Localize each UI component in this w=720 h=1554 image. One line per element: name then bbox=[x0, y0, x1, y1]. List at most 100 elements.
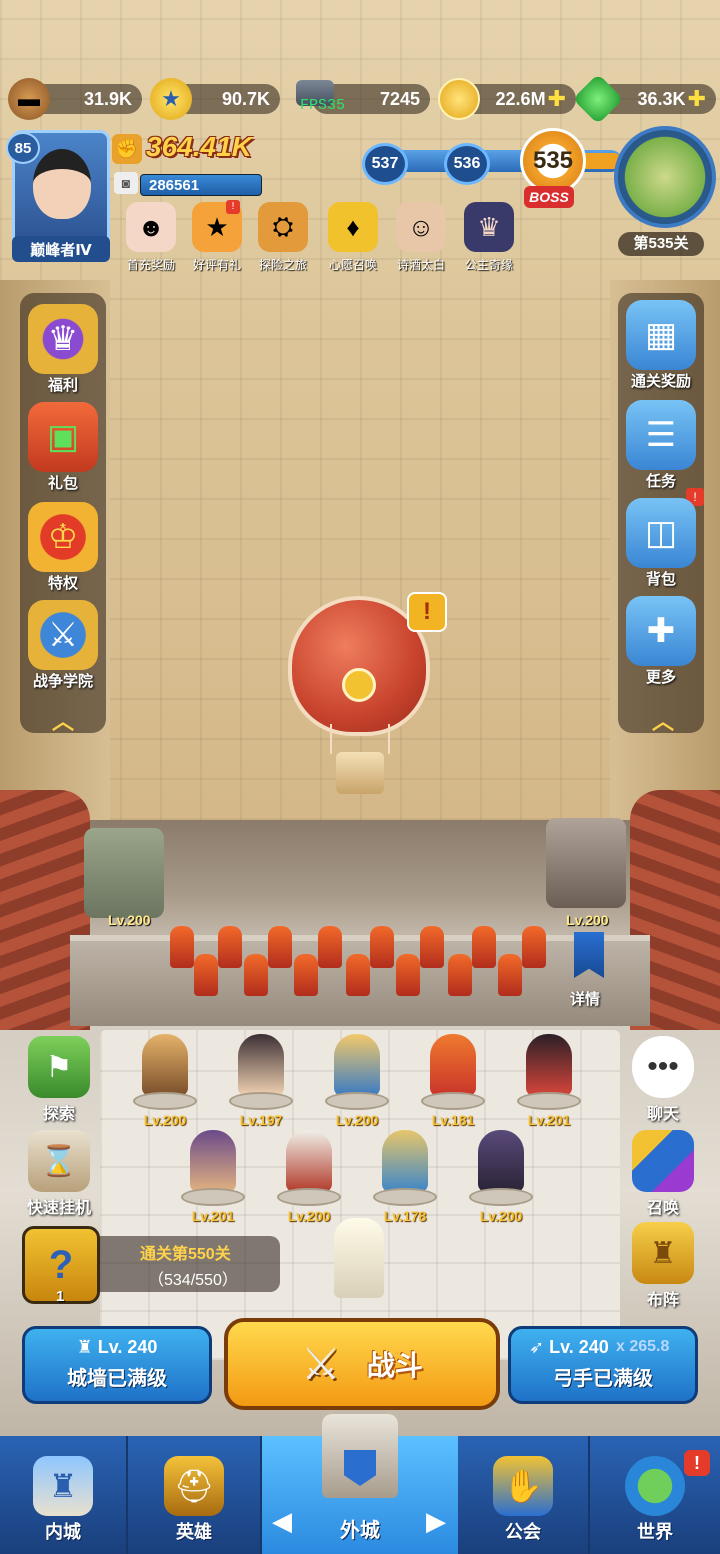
archer-soldier bbox=[396, 954, 420, 996]
event-adventure[interactable]: ⛭ 探险之旅 bbox=[250, 202, 316, 274]
menu-clear-reward[interactable]: ▦ 通关奖励 bbox=[618, 300, 704, 391]
archer-soldier bbox=[346, 954, 370, 996]
quest-title: 通关第550关 bbox=[140, 1246, 231, 1263]
hero-slot[interactable]: Lv.197 bbox=[226, 1034, 296, 1128]
hero-pedestal bbox=[469, 1188, 533, 1206]
summon-button[interactable]: 召唤 bbox=[618, 1130, 708, 1218]
nav-next-arrow-icon[interactable]: ▶ bbox=[426, 1506, 446, 1537]
stage-node[interactable]: 536 bbox=[444, 143, 490, 185]
hero-level: Lv.201 bbox=[527, 1112, 571, 1128]
archer-soldier bbox=[218, 926, 242, 968]
hero-pedestal bbox=[373, 1188, 437, 1206]
fps-counter: FPS35 bbox=[300, 97, 346, 114]
tower-level: Lv.200 bbox=[108, 912, 151, 928]
formation-tower-icon: ♜ bbox=[632, 1222, 694, 1284]
balloon-rope bbox=[388, 724, 390, 754]
task-list-icon: ☰ bbox=[626, 400, 696, 470]
archer-soldier bbox=[294, 954, 318, 996]
hero-figure bbox=[430, 1034, 476, 1096]
nav-prev-arrow-icon[interactable]: ◀ bbox=[272, 1506, 292, 1537]
menu-privilege[interactable]: ♔ 特权 bbox=[20, 502, 106, 593]
gem-value: 36.3K bbox=[637, 88, 686, 109]
hero-level: Lv.197 bbox=[239, 1112, 283, 1128]
fight-button[interactable]: ⚔ 战斗 bbox=[224, 1318, 500, 1410]
inner-city-icon: ♜ bbox=[33, 1456, 93, 1516]
menu-more[interactable]: ✚ 更多 bbox=[618, 596, 704, 687]
gold-add-icon[interactable]: ✚ bbox=[548, 86, 566, 112]
formation-button[interactable]: ♜ 布阵 bbox=[618, 1222, 708, 1310]
menu-backpack[interactable]: ◫ 背包 bbox=[618, 498, 704, 589]
hero-figure bbox=[286, 1130, 332, 1192]
hero-level: Lv.178 bbox=[383, 1208, 427, 1224]
event-poet-hero[interactable]: ☺ 诗酒太白 bbox=[388, 202, 454, 274]
hero-figure bbox=[142, 1034, 188, 1096]
camera-icon[interactable]: ◙ bbox=[114, 172, 138, 194]
hero-slot[interactable]: Lv.200 bbox=[322, 1034, 392, 1128]
notification-badge: ! bbox=[226, 200, 240, 214]
nav-inner-city[interactable]: ♜ 内城 bbox=[0, 1436, 128, 1554]
wall-level: Lv. 240 bbox=[97, 1337, 158, 1357]
hero-slot[interactable]: Lv.178 bbox=[370, 1130, 440, 1224]
archer-soldier bbox=[370, 926, 394, 968]
menu-label: 通关奖励 bbox=[630, 373, 691, 390]
nav-label: 英雄 bbox=[176, 1522, 212, 1542]
event-label: 心愿召唤 bbox=[328, 258, 377, 272]
gold-coin-icon bbox=[438, 78, 480, 120]
archer-bonus: x 265.8 bbox=[616, 1338, 670, 1355]
nav-guild[interactable]: ✋ 公会 bbox=[458, 1436, 590, 1554]
adventure-icon: ⛭ bbox=[258, 202, 308, 252]
archer-soldier bbox=[522, 926, 546, 968]
hero-slot[interactable]: Lv.181 bbox=[418, 1034, 488, 1128]
collapse-left-chevron-icon[interactable]: ︿ bbox=[48, 711, 78, 733]
archer-soldier bbox=[448, 954, 472, 996]
event-first-recharge[interactable]: ☻ 首充奖励 bbox=[118, 202, 184, 274]
player-id: 286561 bbox=[140, 174, 262, 196]
gem-add-icon[interactable]: ✚ bbox=[688, 86, 706, 112]
nav-heroes[interactable]: ⛑ 英雄 bbox=[128, 1436, 262, 1554]
hero-slot[interactable]: Lv.201 bbox=[514, 1034, 584, 1128]
event-label: 公主奇缘 bbox=[464, 258, 513, 272]
hero-slot[interactable]: Lv.200 bbox=[274, 1130, 344, 1224]
chat-button[interactable]: ••• 聊天 bbox=[618, 1036, 708, 1124]
event-label: 首充奖励 bbox=[126, 258, 175, 272]
action-label: 聊天 bbox=[646, 1106, 679, 1123]
hero-slot[interactable]: Lv.201 bbox=[178, 1130, 248, 1224]
nav-outer-city[interactable]: 外城 bbox=[322, 1514, 398, 1543]
boss-badge: BOSS bbox=[524, 186, 574, 208]
menu-gift-pack[interactable]: ▣ 礼包 bbox=[20, 402, 106, 493]
menu-welfare[interactable]: ♛ 福利 bbox=[20, 304, 106, 395]
star-value: 90.7K bbox=[221, 88, 270, 109]
event-princess[interactable]: ♛ 公主奇缘 bbox=[456, 202, 522, 274]
world-map-button[interactable] bbox=[614, 126, 716, 228]
stage-node[interactable]: 537 bbox=[362, 143, 408, 185]
event-wish-summon[interactable]: ♦ 心愿召唤 bbox=[320, 202, 386, 274]
quick-idle-button[interactable]: ⌛ 快速挂机 bbox=[14, 1130, 104, 1218]
archer-soldier bbox=[244, 954, 268, 996]
archer-upgrade-button[interactable]: ➶ Lv. 240 弓手已满级 bbox=[508, 1326, 698, 1404]
hero-pedestal bbox=[229, 1092, 293, 1110]
detail-label[interactable]: 详情 bbox=[570, 988, 600, 1009]
ballista-tower[interactable] bbox=[546, 818, 626, 908]
hourglass-icon: ⌛ bbox=[28, 1130, 90, 1192]
knight-statue bbox=[334, 1218, 384, 1298]
wood-log-icon: ▬ bbox=[8, 78, 50, 120]
stone-golem-tower[interactable] bbox=[84, 828, 164, 918]
collapse-right-chevron-icon[interactable]: ︿ bbox=[648, 711, 678, 733]
menu-label: 战争学院 bbox=[32, 673, 93, 690]
menu-war-academy[interactable]: ⚔ 战争学院 bbox=[20, 600, 106, 691]
menu-tasks[interactable]: ☰ 任务 bbox=[618, 400, 704, 491]
event-review-gift[interactable]: ★ ! 好评有礼 bbox=[184, 200, 250, 274]
hero-pedestal bbox=[181, 1188, 245, 1206]
archer-soldier bbox=[170, 926, 194, 968]
hero-figure bbox=[526, 1034, 572, 1096]
fight-label: 战斗 bbox=[366, 1350, 423, 1381]
balloon-alert-icon[interactable]: ! bbox=[407, 592, 447, 632]
menu-label: 背包 bbox=[645, 571, 676, 588]
hero-slot[interactable]: Lv.200 bbox=[466, 1130, 536, 1224]
wall-upgrade-button[interactable]: ♜ Lv. 240 城墙已满级 bbox=[22, 1326, 212, 1404]
gift-box-icon: ▣ bbox=[28, 402, 98, 472]
notification-badge: ! bbox=[684, 1450, 710, 1476]
hero-slot[interactable]: Lv.200 bbox=[130, 1034, 200, 1128]
explore-button[interactable]: ⚑ 探索 bbox=[14, 1036, 104, 1124]
current-stage[interactable]: 535 bbox=[520, 128, 586, 194]
